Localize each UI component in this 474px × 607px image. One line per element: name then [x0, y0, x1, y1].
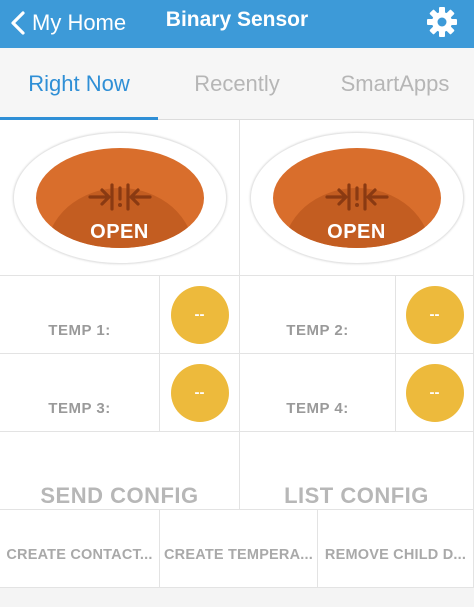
- page-title: Binary Sensor: [165, 8, 309, 31]
- tab-recently[interactable]: Recently: [158, 48, 316, 119]
- contact-status-oval: OPEN: [272, 147, 441, 248]
- temp-1-value: --: [170, 285, 229, 344]
- remove-child-label: REMOVE CHILD D...: [324, 547, 467, 563]
- contact-tile-frame: OPEN: [249, 131, 464, 264]
- contact-open-icon: [87, 182, 152, 211]
- temp-3-label: TEMP 3:: [0, 354, 160, 432]
- temp-1-tile[interactable]: --: [160, 276, 240, 354]
- temp-4-tile[interactable]: --: [396, 354, 474, 432]
- device-tile-grid: OPEN OPEN TEMP 1: -- TEMP 2: -- TEMP 3: …: [0, 120, 474, 607]
- temp-4-value: --: [405, 363, 464, 422]
- temp-3-value: --: [170, 363, 229, 422]
- temp-3-tile[interactable]: --: [160, 354, 240, 432]
- send-config-label: SEND CONFIG: [40, 483, 199, 508]
- contact-tile-frame: OPEN: [12, 131, 227, 264]
- create-temperature-label: CREATE TEMPERA...: [164, 547, 313, 563]
- remove-child-button[interactable]: REMOVE CHILD D...: [318, 510, 474, 588]
- create-contact-label: CREATE CONTACT...: [6, 547, 153, 563]
- bottom-strip: [0, 588, 474, 607]
- create-temperature-button[interactable]: CREATE TEMPERA...: [160, 510, 318, 588]
- create-contact-button[interactable]: CREATE CONTACT...: [0, 510, 160, 588]
- contact-tile-2[interactable]: OPEN: [240, 120, 474, 276]
- temp-4-label: TEMP 4:: [240, 354, 396, 432]
- temp-1-label: TEMP 1:: [0, 276, 160, 354]
- temp-2-label: TEMP 2:: [240, 276, 396, 354]
- contact-open-icon: [324, 182, 389, 211]
- send-config-button[interactable]: SEND CONFIG: [0, 432, 240, 510]
- tab-bar: Right Now Recently SmartApps: [0, 48, 474, 120]
- tab-right-now[interactable]: Right Now: [0, 48, 158, 120]
- tab-smartapps[interactable]: SmartApps: [316, 48, 474, 119]
- gear-icon[interactable]: [426, 6, 458, 38]
- contact-status-oval: OPEN: [35, 147, 204, 248]
- top-navigation-bar: My Home Binary Sensor: [0, 0, 474, 48]
- contact-state-label: OPEN: [327, 220, 386, 243]
- contact-state-label: OPEN: [90, 220, 149, 243]
- list-config-button[interactable]: LIST CONFIG: [240, 432, 474, 510]
- temp-2-value: --: [405, 285, 464, 344]
- temp-2-tile[interactable]: --: [396, 276, 474, 354]
- contact-tile-1[interactable]: OPEN: [0, 120, 240, 276]
- list-config-label: LIST CONFIG: [284, 483, 429, 508]
